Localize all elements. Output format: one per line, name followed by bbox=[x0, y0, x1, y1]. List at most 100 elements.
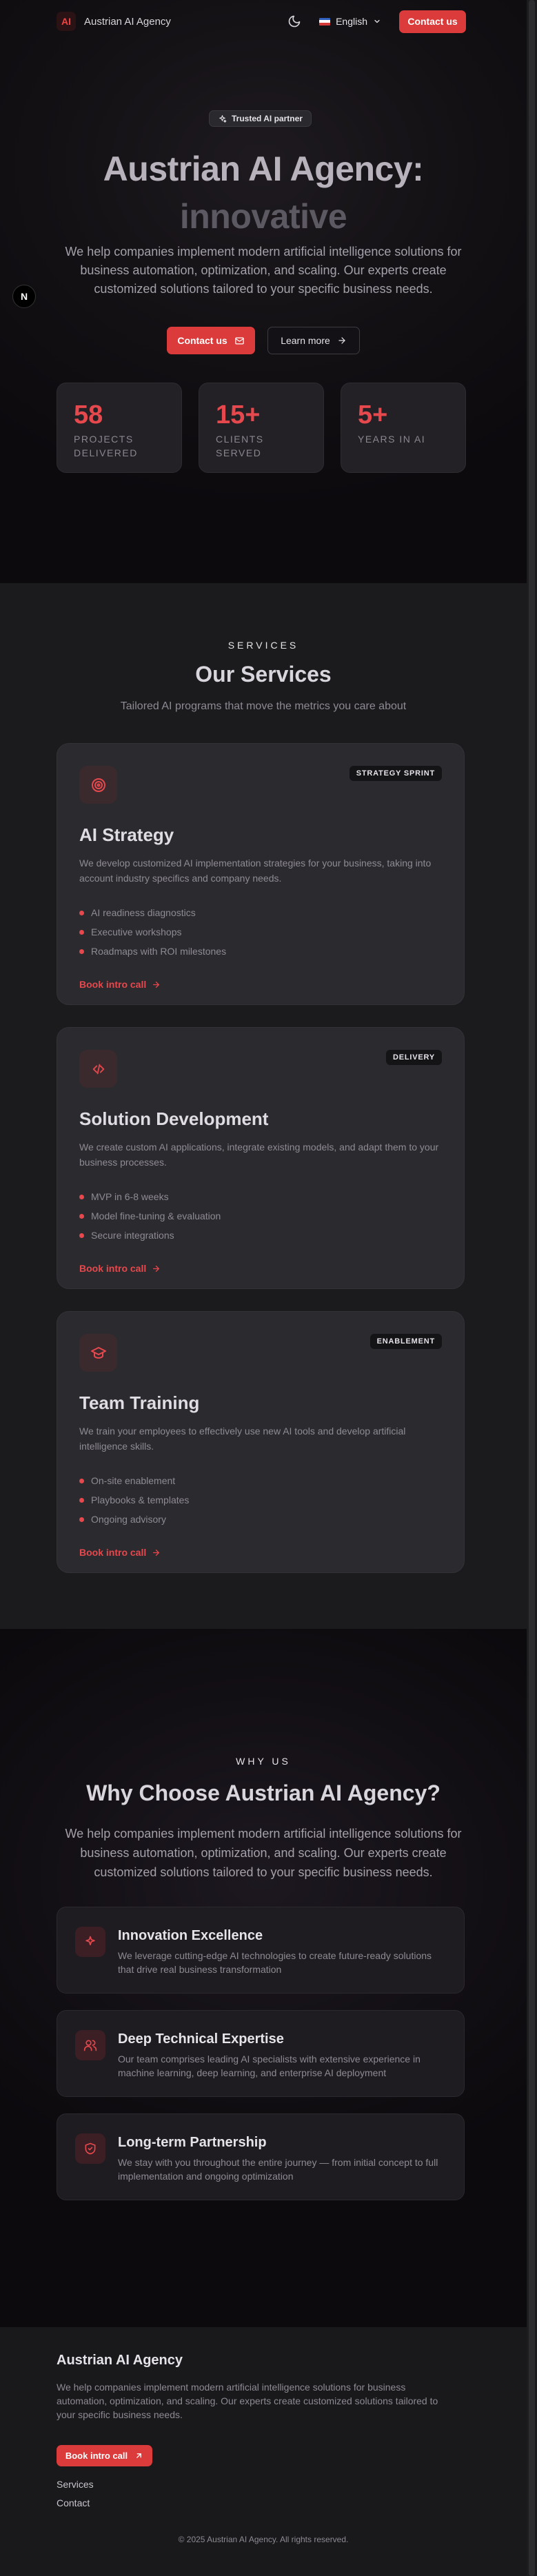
why-card-title: Innovation Excellence bbox=[118, 1928, 263, 1943]
service-description: We create custom AI applications, integr… bbox=[79, 1142, 439, 1168]
services-title: Our Services bbox=[195, 662, 332, 687]
why-card-description: We stay with you throughout the entire j… bbox=[118, 2157, 438, 2182]
hero-contact-label: Contact us bbox=[177, 335, 227, 346]
flag-icon bbox=[319, 17, 331, 26]
moon-icon[interactable] bbox=[287, 14, 301, 28]
footer-description: We help companies implement modern artif… bbox=[57, 2382, 438, 2420]
stat-label: Projects delivered bbox=[74, 434, 138, 458]
feature-text: Playbooks & templates bbox=[91, 1494, 190, 1505]
bullet-dot bbox=[79, 929, 84, 935]
stat-value: 15+ bbox=[216, 400, 261, 429]
trusted-pill: Trusted AI partner bbox=[209, 110, 312, 127]
feature-text: Ongoing advisory bbox=[91, 1514, 166, 1525]
shield-check-icon bbox=[75, 2133, 105, 2164]
feature-text: Roadmaps with ROI milestones bbox=[91, 946, 227, 957]
services-eyebrow: SERVICES bbox=[227, 640, 299, 651]
why-title: Why Choose Austrian AI Agency? bbox=[86, 1781, 440, 1805]
floating-badge[interactable]: N bbox=[12, 285, 36, 308]
arrow-right-icon bbox=[152, 980, 161, 989]
learn-more-button[interactable]: Learn more bbox=[267, 327, 360, 354]
footer: Austrian AI Agency We help companies imp… bbox=[0, 2327, 527, 2576]
service-features: AI readiness diagnostics Executive works… bbox=[79, 903, 442, 961]
book-intro-call-link[interactable]: Book intro call bbox=[79, 1263, 161, 1274]
feature-text: Secure integrations bbox=[91, 1230, 174, 1241]
feature-item: Playbooks & templates bbox=[79, 1490, 442, 1510]
stat-label: Clients served bbox=[216, 434, 264, 458]
arrow-right-icon bbox=[337, 336, 347, 345]
stat-card: 5+ Years in AI bbox=[341, 383, 466, 473]
book-intro-call-label: Book intro call bbox=[79, 1263, 147, 1274]
brand-name[interactable]: Austrian AI Agency bbox=[84, 16, 171, 28]
feature-text: AI readiness diagnostics bbox=[91, 907, 196, 918]
why-card-expertise: Deep Technical Expertise Our team compri… bbox=[57, 2010, 465, 2097]
bullet-dot bbox=[79, 1517, 84, 1522]
sparkle-icon bbox=[75, 1927, 105, 1957]
feature-item: Roadmaps with ROI milestones bbox=[79, 942, 442, 961]
copyright: © 2025 Austrian AI Agency. All rights re… bbox=[178, 2535, 349, 2544]
bullet-dot bbox=[79, 910, 84, 915]
bullet-dot bbox=[79, 1478, 84, 1483]
why-card-description: Our team comprises leading AI specialist… bbox=[118, 2053, 421, 2078]
scrollbar[interactable] bbox=[527, 0, 537, 2576]
feature-text: On-site enablement bbox=[91, 1475, 176, 1486]
stat-label: Years in AI bbox=[358, 434, 426, 445]
learn-more-label: Learn more bbox=[281, 335, 330, 346]
why-subtitle: We help companies implement modern artif… bbox=[65, 1827, 462, 1879]
footer-book-call-button[interactable]: Book intro call bbox=[57, 2445, 152, 2466]
language-selector[interactable]: English bbox=[319, 16, 381, 27]
nav-actions: English Contact us bbox=[287, 10, 466, 33]
stat-value: 58 bbox=[74, 400, 103, 429]
why-section: WHY US Why Choose Austrian AI Agency? We… bbox=[0, 1629, 527, 2327]
service-badge: DELIVERY bbox=[385, 1050, 442, 1065]
logo[interactable]: AI bbox=[57, 12, 76, 31]
hero-title-line2: innovative bbox=[179, 197, 347, 236]
mail-icon bbox=[234, 336, 245, 346]
bullet-dot bbox=[79, 1497, 84, 1503]
services-subtitle: Tailored AI programs that move the metri… bbox=[120, 700, 407, 712]
nav-contact-button[interactable]: Contact us bbox=[399, 10, 466, 33]
why-card-text: Long-term Partnership We stay with you t… bbox=[118, 2133, 446, 2182]
trusted-pill-label: Trusted AI partner bbox=[232, 114, 303, 123]
service-features: MVP in 6-8 weeks Model fine-tuning & eva… bbox=[79, 1187, 442, 1245]
arrow-up-right-icon bbox=[134, 2451, 143, 2460]
service-card-team-training: ENABLEMENT Team Training We train your e… bbox=[57, 1311, 465, 1573]
why-card-innovation: Innovation Excellence We leverage cuttin… bbox=[57, 1907, 465, 1994]
feature-item: Ongoing advisory bbox=[79, 1510, 442, 1529]
service-badge: STRATEGY SPRINT bbox=[349, 766, 442, 781]
why-card-partnership: Long-term Partnership We stay with you t… bbox=[57, 2113, 465, 2200]
service-title: AI Strategy bbox=[79, 824, 174, 845]
stats: 58 Projects delivered 15+ Clients served… bbox=[57, 383, 466, 473]
footer-link-services[interactable]: Services bbox=[57, 2479, 94, 2490]
arrow-right-icon bbox=[152, 1548, 161, 1557]
service-features: On-site enablement Playbooks & templates… bbox=[79, 1471, 442, 1529]
why-card-text: Innovation Excellence We leverage cuttin… bbox=[118, 1927, 446, 1975]
code-icon bbox=[79, 1050, 117, 1088]
feature-item: Executive workshops bbox=[79, 922, 442, 942]
scrollbar-thumb[interactable] bbox=[529, 0, 535, 2576]
stat-value: 5+ bbox=[358, 400, 388, 429]
feature-item: Model fine-tuning & evaluation bbox=[79, 1206, 442, 1226]
footer-book-call-label: Book intro call bbox=[65, 2451, 128, 2461]
why-card-description: We leverage cutting-edge AI technologies… bbox=[118, 1950, 432, 1975]
hero-section: AI Austrian AI Agency English Contact us… bbox=[0, 0, 527, 583]
book-intro-call-link[interactable]: Book intro call bbox=[79, 979, 161, 990]
chevron-down-icon bbox=[373, 17, 381, 26]
footer-title: Austrian AI Agency bbox=[57, 2353, 183, 2368]
why-card-text: Deep Technical Expertise Our team compri… bbox=[118, 2030, 446, 2078]
book-intro-call-label: Book intro call bbox=[79, 979, 147, 990]
hero-contact-button[interactable]: Contact us bbox=[167, 327, 255, 354]
arrow-right-icon bbox=[152, 1264, 161, 1273]
top-nav: AI Austrian AI Agency English Contact us bbox=[0, 0, 527, 43]
feature-text: Executive workshops bbox=[91, 926, 182, 937]
hero-ctas: Contact us Learn more bbox=[0, 327, 527, 354]
footer-link-contact[interactable]: Contact bbox=[57, 2497, 90, 2508]
service-badge: ENABLEMENT bbox=[369, 1334, 442, 1349]
brand[interactable]: AI Austrian AI Agency bbox=[57, 12, 171, 31]
book-intro-call-label: Book intro call bbox=[79, 1547, 147, 1558]
bullet-dot bbox=[79, 1233, 84, 1238]
book-intro-call-link[interactable]: Book intro call bbox=[79, 1547, 161, 1558]
why-card-title: Long-term Partnership bbox=[118, 2135, 267, 2150]
services-section: SERVICES Our Services Tailored AI progra… bbox=[0, 583, 527, 1629]
stat-card: 15+ Clients served bbox=[199, 383, 324, 473]
service-title: Solution Development bbox=[79, 1108, 269, 1129]
